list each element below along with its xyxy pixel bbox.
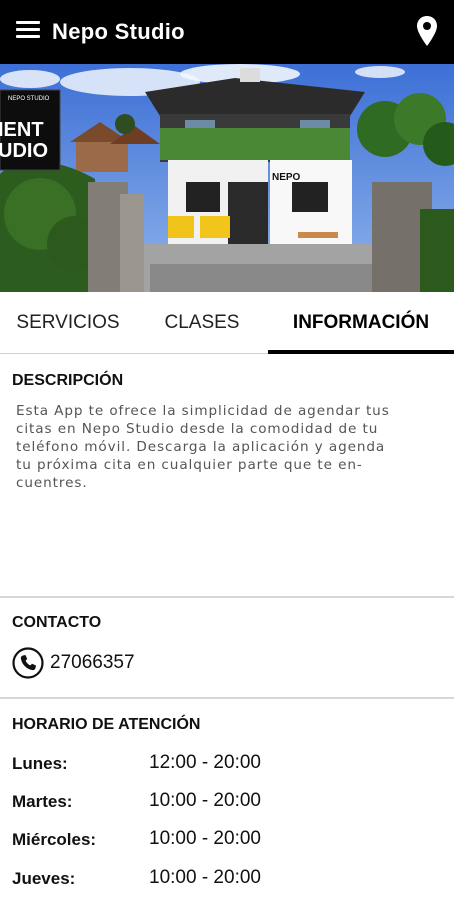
description-text: Esta App te ofrece la simplicidad de age… [16, 402, 442, 492]
tab-servicios[interactable]: SERVICIOS [0, 292, 136, 354]
phone-number[interactable]: 27066357 [50, 652, 135, 674]
section-divider [0, 697, 454, 699]
active-tab-indicator [268, 350, 454, 354]
hamburger-menu-icon[interactable] [16, 21, 40, 41]
schedule-day: Martes: [12, 792, 73, 811]
description-line: teléfono móvil. Descarga la aplicación y… [16, 439, 386, 455]
hero-sign-line2: UDIO [0, 140, 48, 162]
schedule-day: Miércoles: [12, 830, 97, 849]
description-line: Esta App te ofrece la simplicidad de age… [16, 403, 390, 419]
location-pin-icon[interactable] [416, 15, 438, 47]
description-line: tu próxima cita en cualquier parte que t… [16, 457, 363, 473]
studio-photo: NEPO NEPO STUDIO IENT UDIO [0, 64, 454, 292]
schedule-hours: 10:00 - 20:00 [149, 867, 261, 888]
description-title: DESCRIPCIÓN [12, 372, 124, 389]
description-line: citas en Nepo Studio desde la comodidad … [16, 421, 379, 437]
schedule-hours: 12:00 - 20:00 [149, 752, 261, 773]
contact-title: CONTACTO [12, 614, 102, 631]
phone-icon[interactable] [12, 647, 44, 679]
schedule-day: Jueves: [12, 869, 76, 888]
hero-sign-small: NEPO STUDIO [8, 96, 50, 102]
tab-bar: SERVICIOS CLASES INFORMACIÓN [0, 292, 454, 354]
schedule-title: HORARIO DE ATENCIÓN [12, 716, 201, 733]
contact-phone-row[interactable]: 27066357 [12, 646, 135, 680]
schedule-hours: 10:00 - 20:00 [149, 790, 261, 811]
schedule-day: Lunes: [12, 754, 68, 773]
wall-sign-text: NEPO [272, 172, 301, 183]
app-title: Nepo Studio [52, 19, 185, 44]
section-divider [0, 596, 454, 598]
schedule-hours: 10:00 - 20:00 [149, 828, 261, 849]
app-bar: Nepo Studio [0, 0, 454, 64]
description-line: cuentres. [16, 475, 88, 491]
hero-sign-line1: IENT [0, 119, 44, 141]
tab-clases[interactable]: CLASES [136, 292, 268, 354]
tab-informacion[interactable]: INFORMACIÓN [268, 292, 454, 354]
